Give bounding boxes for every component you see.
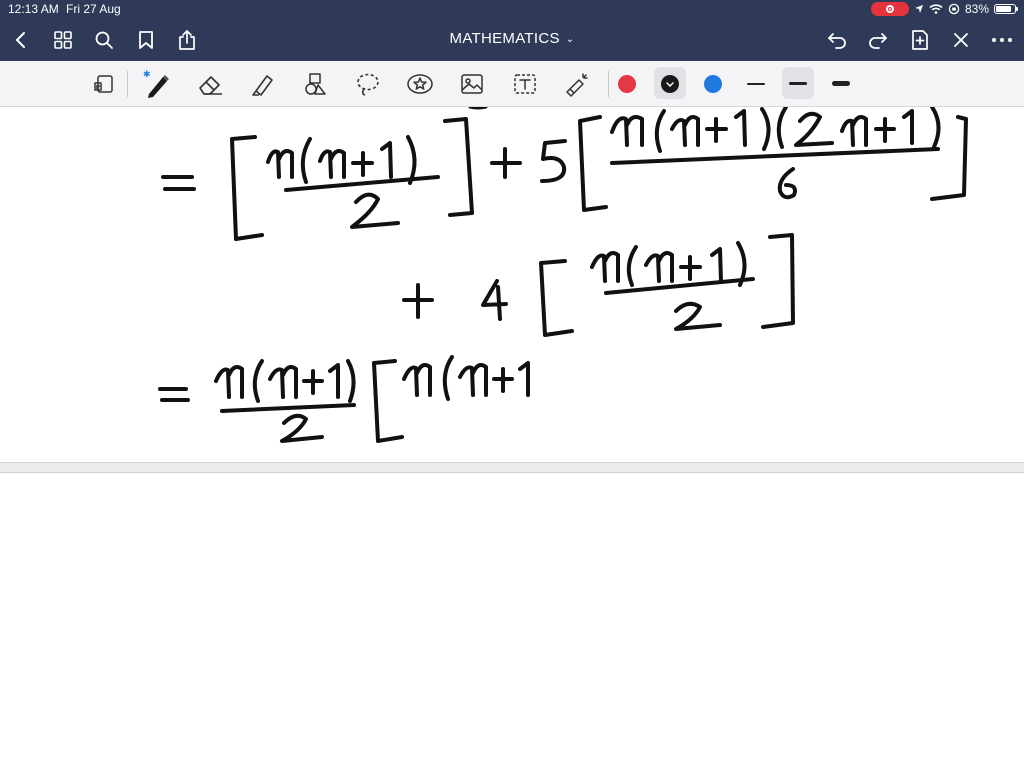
pen-icon[interactable]: ✱: [142, 69, 172, 99]
stroke-medium[interactable]: [783, 69, 813, 99]
image-icon[interactable]: [457, 69, 487, 99]
status-bar: 12:13 AM Fri 27 Aug 83%: [0, 0, 1024, 18]
orientation-lock-icon: [948, 3, 960, 15]
close-icon[interactable]: [948, 27, 974, 53]
undo-icon[interactable]: [824, 27, 850, 53]
handwritten-math: [158, 107, 968, 443]
toolbar-divider: [608, 71, 609, 97]
status-time: 12:13 AM: [8, 2, 59, 16]
top-bar: 12:13 AM Fri 27 Aug 83% MATHEMATICS ⌄: [0, 0, 1024, 61]
more-icon[interactable]: [989, 27, 1015, 53]
highlighter-icon[interactable]: [248, 69, 278, 99]
lasso-icon[interactable]: [353, 69, 383, 99]
location-icon: [914, 5, 923, 13]
laser-pointer-icon[interactable]: [562, 69, 592, 99]
notebook-canvas[interactable]: [0, 107, 1024, 768]
drawing-toolbar: ✱: [0, 61, 1024, 107]
svg-text:✱: ✱: [143, 70, 151, 80]
status-date: Fri 27 Aug: [66, 2, 121, 16]
page-separator: [0, 462, 1024, 473]
stroke-thick[interactable]: [826, 69, 856, 99]
page-reader-icon[interactable]: [90, 69, 120, 99]
wifi-icon: [929, 4, 943, 14]
color-swatch-red[interactable]: [618, 75, 636, 93]
battery-percent: 83%: [964, 2, 989, 16]
color-swatch-black[interactable]: [661, 75, 679, 93]
nav-bar: MATHEMATICS ⌄: [0, 18, 1024, 61]
status-right-cluster: 83%: [870, 0, 1018, 18]
sticker-icon[interactable]: [405, 69, 435, 99]
battery-icon: [994, 4, 1018, 14]
document-title-text: MATHEMATICS: [449, 30, 560, 47]
shapes-icon[interactable]: [300, 69, 330, 99]
screen-record-icon: [870, 2, 909, 16]
redo-icon[interactable]: [865, 27, 891, 53]
stroke-thin[interactable]: [741, 69, 771, 99]
add-page-icon[interactable]: [907, 27, 933, 53]
eraser-icon[interactable]: [195, 69, 225, 99]
toolbar-divider: [127, 71, 128, 97]
text-icon[interactable]: [510, 69, 540, 99]
notebook-page[interactable]: [0, 107, 1024, 462]
chevron-down-icon: [666, 82, 674, 88]
color-swatch-blue[interactable]: [704, 75, 722, 93]
chevron-down-icon: ⌄: [565, 33, 575, 45]
